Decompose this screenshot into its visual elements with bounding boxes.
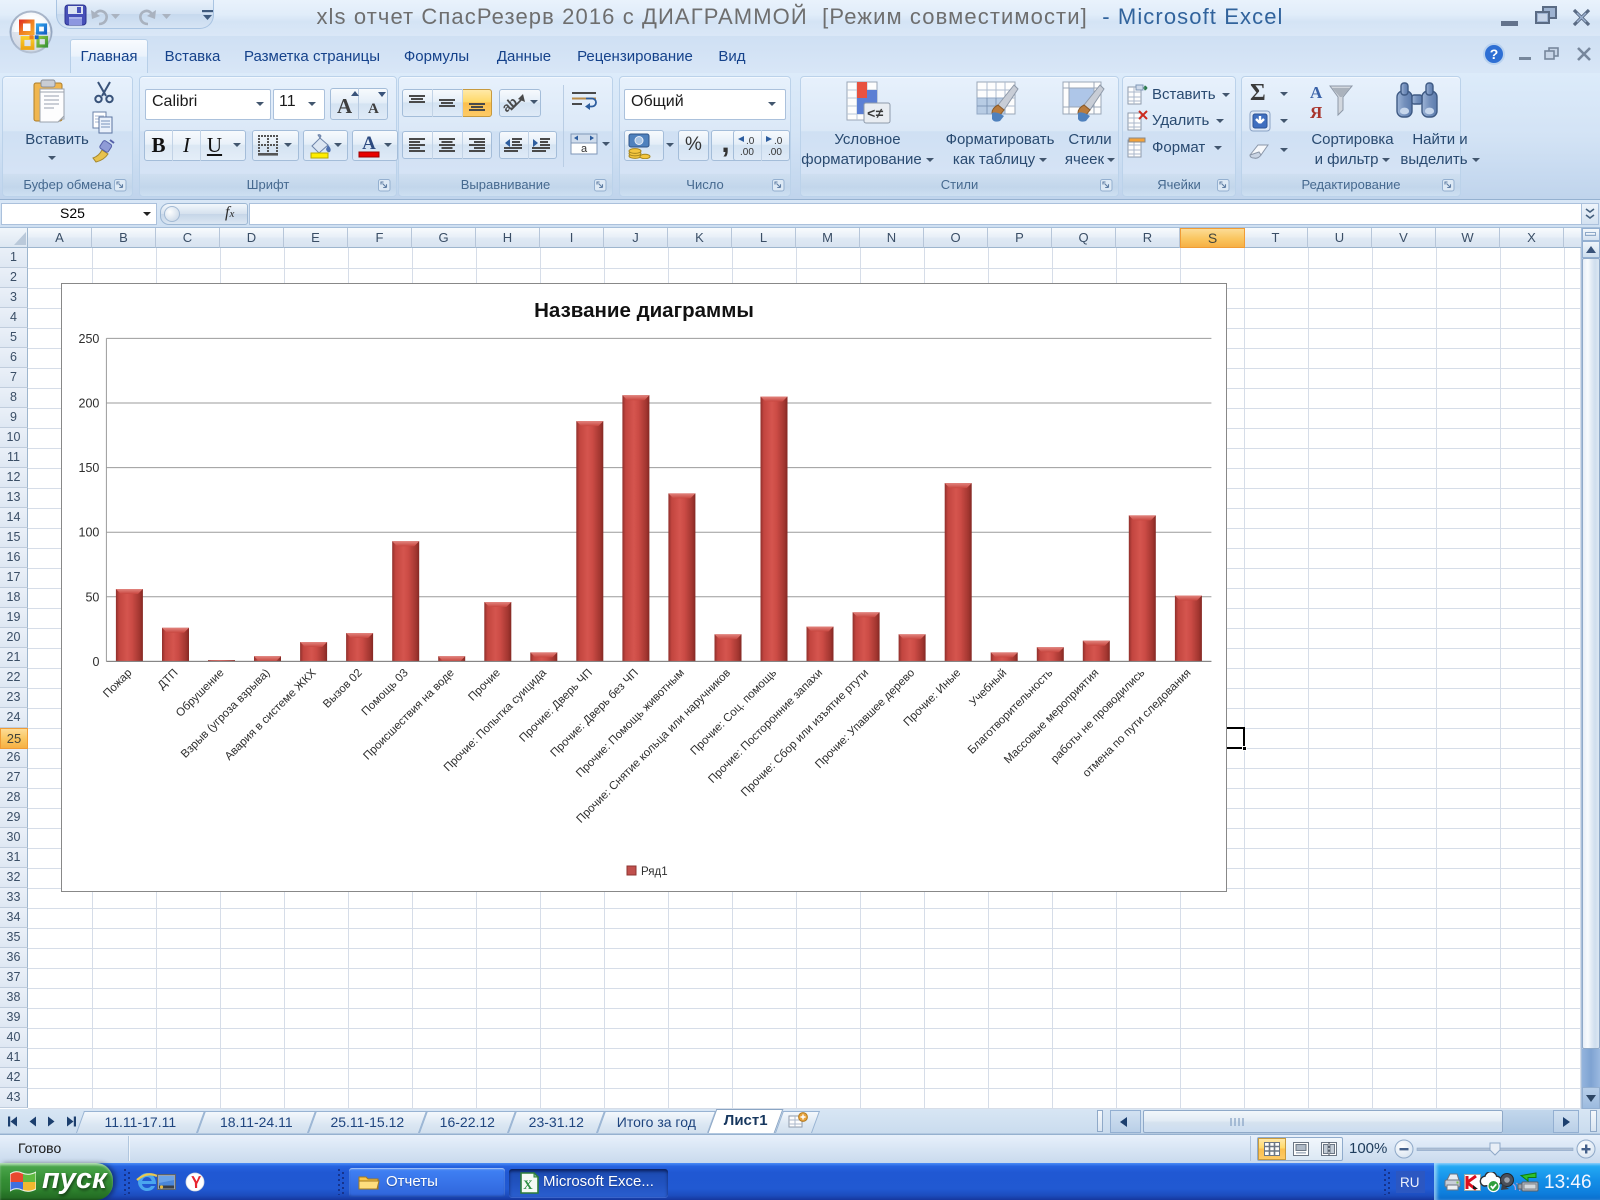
svg-text:?: ? [1490,46,1499,62]
svg-text:.00: .00 [768,147,782,158]
svg-text:A: A [337,94,353,118]
svg-text:А: А [1310,83,1323,102]
svg-text:Я: Я [1310,103,1322,122]
svg-text:A: A [368,101,379,117]
svg-text:.00: .00 [740,147,754,158]
svg-text:250: 250 [79,332,100,346]
svg-text:200: 200 [79,397,100,411]
svg-text:100: 100 [79,526,100,540]
svg-text:150: 150 [79,461,100,475]
svg-text:A: A [362,133,376,154]
svg-text:X: X [523,1177,533,1192]
svg-text:Название диаграммы: Название диаграммы [534,299,754,322]
svg-text:.0: .0 [774,136,783,147]
svg-text:.0: .0 [746,136,755,147]
svg-text:a: a [581,143,588,155]
svg-text:<≠: <≠ [867,107,884,123]
svg-text:50: 50 [85,590,99,604]
svg-text:Ряд1: Ряд1 [641,866,668,878]
svg-text:0: 0 [92,655,99,669]
